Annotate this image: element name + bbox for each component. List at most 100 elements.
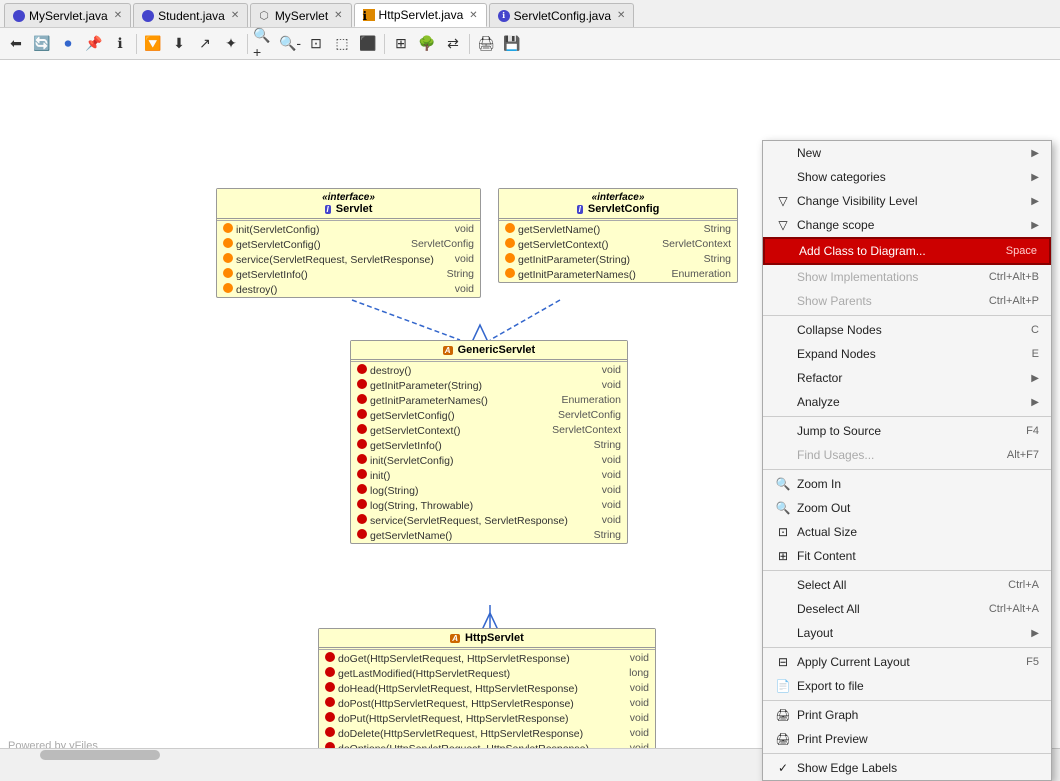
toolbar-refresh-btn[interactable]: 🔄 — [30, 32, 54, 56]
httpservlet-class-box[interactable]: A HttpServlet doGet(HttpServletRequest, … — [318, 628, 656, 760]
ctx-change-visibility-icon: ▽ — [775, 193, 791, 209]
ctx-print-graph[interactable]: 🖨 Print Graph — [763, 703, 1051, 727]
ctx-change-visibility[interactable]: ▽ Change Visibility Level ▶ — [763, 189, 1051, 213]
ctx-show-parents-shortcut: Ctrl+Alt+P — [989, 295, 1039, 307]
ctx-actual-size-icon: ⊡ — [775, 524, 791, 540]
tab-student-java[interactable]: Student.java ✕ — [133, 3, 248, 27]
toolbar-back-btn[interactable]: ⬅ — [4, 32, 28, 56]
ctx-deselect-all-label: Deselect All — [797, 602, 981, 616]
ctx-expand-nodes-label: Expand Nodes — [797, 347, 1024, 361]
gs-method-9: log(String) void — [351, 483, 627, 498]
genericservlet-class-box[interactable]: A GenericServlet destroy() void getInitP… — [350, 340, 628, 544]
tab-close-myservlet-diagram[interactable]: ✕ — [334, 10, 342, 21]
tab-httpservlet-java[interactable]: ℹ HttpServlet.java ✕ — [354, 3, 487, 27]
gs-m1-icon — [357, 364, 367, 374]
context-menu: New ▶ Show categories ▶ ▽ Change Visibil… — [762, 140, 1052, 781]
ctx-select-all[interactable]: Select All Ctrl+A — [763, 573, 1051, 597]
ctx-export-to-file-icon: 📄 — [775, 678, 791, 694]
servletconfig-method-2: getServletContext() ServletContext — [499, 237, 737, 252]
ctx-jump-to-source-icon — [775, 423, 791, 439]
toolbar-home-btn[interactable]: ⏺ — [56, 32, 80, 56]
gs-method-11: service(ServletRequest, ServletResponse)… — [351, 513, 627, 528]
tab-servletconfig-java[interactable]: ℹ ServletConfig.java ✕ — [489, 3, 635, 27]
toolbar-layout-btn[interactable]: ⇄ — [441, 32, 465, 56]
ctx-change-scope-arrow: ▶ — [1031, 220, 1039, 231]
toolbar-zoom-out-btn[interactable]: 🔍- — [278, 32, 302, 56]
servletconfig-header: «interface» I ServletConfig — [499, 189, 737, 219]
hs-m2-icon — [325, 667, 335, 677]
toolbar-export-btn[interactable]: ⬚ — [330, 32, 354, 56]
hs-m6-icon — [325, 727, 335, 737]
ctx-zoom-out[interactable]: 🔍 Zoom Out — [763, 496, 1051, 520]
gs-m2-icon — [357, 379, 367, 389]
toolbar-btn4[interactable]: ✦ — [219, 32, 243, 56]
tab-close-servletconfig-java[interactable]: ✕ — [617, 10, 625, 21]
ctx-zoom-in-icon: 🔍 — [775, 476, 791, 492]
toolbar-btn3[interactable]: ↗ — [193, 32, 217, 56]
toolbar-grid-btn[interactable]: ⊞ — [389, 32, 413, 56]
tab-bar: MyServlet.java ✕ Student.java ✕ ⬡ MyServ… — [0, 0, 1060, 28]
servletconfig-class-box[interactable]: «interface» I ServletConfig getServletNa… — [498, 188, 738, 283]
toolbar-import-btn[interactable]: ⬛ — [356, 32, 380, 56]
gs-method-1: destroy() void — [351, 363, 627, 378]
servletconfig-method-3: getInitParameter(String) String — [499, 252, 737, 267]
ctx-export-to-file[interactable]: 📄 Export to file — [763, 674, 1051, 698]
ctx-layout-arrow: ▶ — [1031, 628, 1039, 639]
toolbar-filter2-btn[interactable]: ⬇ — [167, 32, 191, 56]
ctx-find-usages-shortcut: Alt+F7 — [1007, 449, 1039, 461]
servlet-interface-icon: I — [325, 205, 331, 214]
tab-close-httpservlet-java[interactable]: ✕ — [469, 10, 477, 21]
hscroll-thumb[interactable] — [40, 750, 160, 760]
ctx-print-preview[interactable]: 🖨 Print Preview — [763, 727, 1051, 751]
gs-m10-icon — [357, 499, 367, 509]
toolbar-print-btn[interactable]: 🖨 — [474, 32, 498, 56]
tab-close-student-java[interactable]: ✕ — [231, 10, 239, 21]
tab-myservlet-java[interactable]: MyServlet.java ✕ — [4, 3, 131, 27]
tab-myservlet-diagram[interactable]: ⬡ MyServlet ✕ — [250, 3, 351, 27]
toolbar-info-btn[interactable]: ℹ — [108, 32, 132, 56]
ctx-new-icon — [775, 145, 791, 161]
toolbar-zoom-in-btn[interactable]: 🔍+ — [252, 32, 276, 56]
ctx-show-categories[interactable]: Show categories ▶ — [763, 165, 1051, 189]
ctx-expand-nodes[interactable]: Expand Nodes E — [763, 342, 1051, 366]
hs-method-4: doPost(HttpServletRequest, HttpServletRe… — [319, 696, 655, 711]
hs-m3-icon — [325, 682, 335, 692]
ctx-actual-size-label: Actual Size — [797, 525, 1039, 539]
ctx-jump-to-source[interactable]: Jump to Source F4 — [763, 419, 1051, 443]
ctx-zoom-in[interactable]: 🔍 Zoom In — [763, 472, 1051, 496]
ctx-deselect-all-shortcut: Ctrl+Alt+A — [989, 603, 1039, 615]
gs-method-6: getServletInfo() String — [351, 438, 627, 453]
tab-close-myservlet-java[interactable]: ✕ — [114, 10, 122, 21]
ctx-collapse-nodes[interactable]: Collapse Nodes C — [763, 318, 1051, 342]
ctx-refactor[interactable]: Refactor ▶ — [763, 366, 1051, 390]
toolbar-save-btn[interactable]: 💾 — [500, 32, 524, 56]
ctx-new[interactable]: New ▶ — [763, 141, 1051, 165]
main-area: «interface» I Servlet init(ServletConfig… — [0, 60, 1060, 760]
toolbar-zoom-fit-btn[interactable]: ⊡ — [304, 32, 328, 56]
ctx-change-scope[interactable]: ▽ Change scope ▶ — [763, 213, 1051, 237]
ctx-add-class-shortcut: Space — [1006, 245, 1037, 257]
toolbar-tree-btn[interactable]: 🌳 — [415, 32, 439, 56]
ctx-print-preview-label: Print Preview — [797, 732, 1039, 746]
ctx-refactor-label: Refactor — [797, 371, 1031, 385]
ctx-actual-size[interactable]: ⊡ Actual Size — [763, 520, 1051, 544]
servletconfig-method-4: getInitParameterNames() Enumeration — [499, 267, 737, 282]
tab-label-httpservlet-java: HttpServlet.java — [379, 8, 464, 22]
ctx-layout[interactable]: Layout ▶ — [763, 621, 1051, 645]
ctx-apply-layout[interactable]: ⊟ Apply Current Layout F5 — [763, 650, 1051, 674]
toolbar-pin-btn[interactable]: 📌 — [82, 32, 106, 56]
ctx-analyze[interactable]: Analyze ▶ — [763, 390, 1051, 414]
ctx-deselect-all[interactable]: Deselect All Ctrl+Alt+A — [763, 597, 1051, 621]
ctx-fit-content[interactable]: ⊞ Fit Content — [763, 544, 1051, 568]
ctx-add-class[interactable]: Add Class to Diagram... Space — [763, 237, 1051, 265]
sc-m2-icon — [505, 238, 515, 248]
servlet-class-box[interactable]: «interface» I Servlet init(ServletConfig… — [216, 188, 481, 298]
servletconfig-stereotype: «interface» — [505, 192, 731, 203]
servlet-header: «interface» I Servlet — [217, 189, 480, 219]
ctx-show-implementations-label: Show Implementations — [797, 270, 981, 284]
httpservlet-title: HttpServlet — [465, 632, 524, 644]
toolbar-filter-btn[interactable]: 🔽 — [141, 32, 165, 56]
ctx-change-visibility-label: Change Visibility Level — [797, 194, 1031, 208]
servlet-stereotype: «interface» — [223, 192, 474, 203]
ctx-new-label: New — [797, 146, 1031, 160]
